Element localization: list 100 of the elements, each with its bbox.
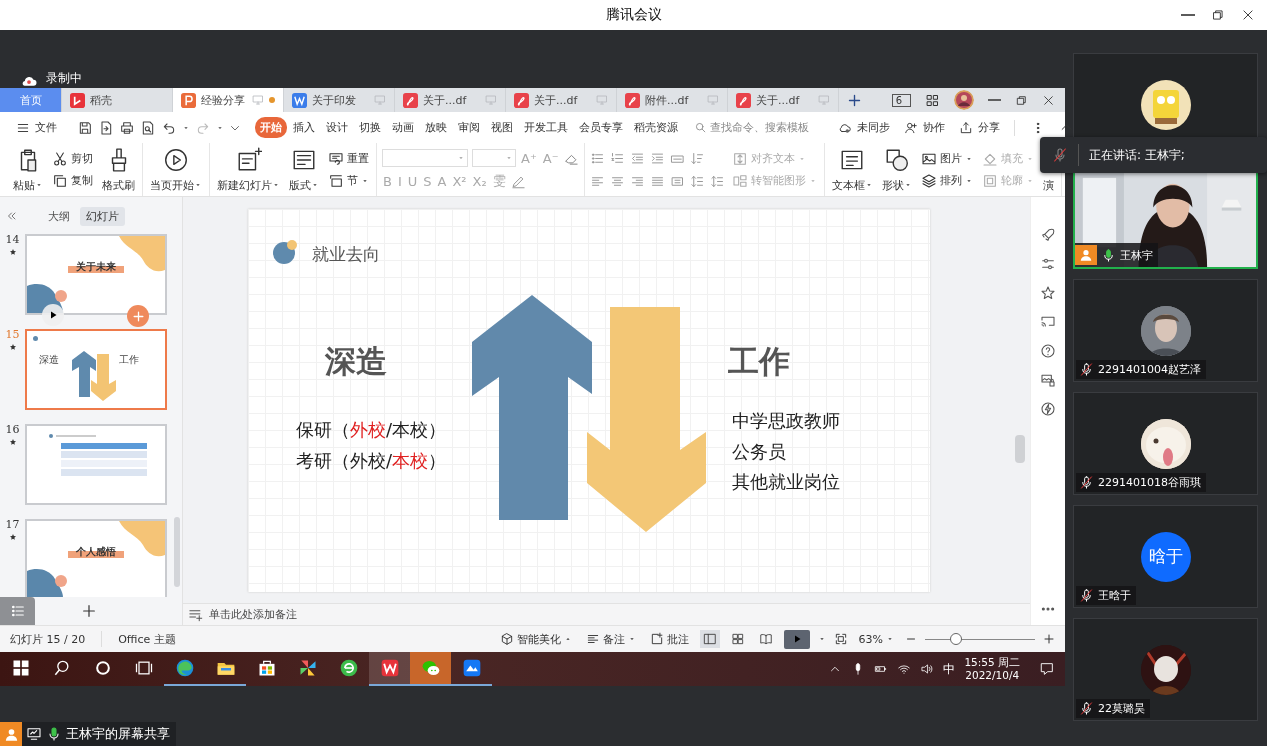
ribbon-button[interactable]: 节 [326,171,371,190]
zoom-button[interactable]: 63% [855,631,897,647]
slide-thumbnail[interactable] [25,424,167,505]
notification-icon[interactable] [1039,661,1055,677]
cast-icon[interactable] [1040,314,1056,330]
save-icon[interactable] [77,119,93,136]
document-tab[interactable]: 关于...df [395,88,506,112]
ribbon-tab[interactable]: 放映 [420,117,452,138]
ribbon-button[interactable]: 形状 [879,144,914,195]
outdent-icon [629,150,645,166]
avatar: 晗于 [1140,531,1191,582]
notes-button[interactable]: 备注 [582,630,639,648]
preview-icon[interactable] [140,119,156,136]
print-icon[interactable] [119,119,135,136]
monitor-icon [374,94,386,106]
comment-button[interactable]: 批注 [646,630,692,648]
toolbar-button[interactable]: 未同步 [832,117,896,138]
ribbon-tab[interactable]: 稻壳资源 [629,117,683,138]
panel-tab[interactable]: 幻灯片 [80,206,125,226]
participant-tile[interactable]: 2291401018谷雨琪 [1073,392,1258,495]
wifi-icon[interactable] [897,662,912,676]
bolt-icon[interactable] [1040,401,1056,417]
ribbon-button[interactable]: 重置 [326,149,371,168]
rocket-icon[interactable] [1040,227,1056,243]
pdf-file-icon [736,92,751,108]
participant-tile[interactable]: 晗于 王晗于 [1073,505,1258,608]
scrollbar-thumb[interactable] [1015,435,1025,463]
zoom-in-icon[interactable] [1043,633,1055,645]
ribbon-button[interactable]: 复制 [50,171,95,190]
search-field[interactable]: 查找命令、搜索模板 [694,121,832,134]
slide-text: 工作 [119,353,139,367]
font-size-field[interactable] [472,149,516,167]
ribbon-button[interactable]: 版式 [287,144,321,195]
slide-heading: 就业去向 [312,243,380,266]
add-slide-button[interactable] [81,603,97,619]
document-tab[interactable]: 经验分享 [173,88,284,112]
document-tab[interactable]: 关于印发 [284,88,395,112]
fit-icon[interactable] [833,632,848,646]
ribbon-tab[interactable]: 视图 [486,117,518,138]
slider-thumb[interactable] [949,633,962,645]
ribbon-button[interactable]: 图片 [918,149,975,168]
font-name-field[interactable] [382,149,468,167]
document-tab[interactable]: 稻壳 [62,88,173,112]
slide-counter: 幻灯片 15 / 20 [10,631,86,647]
slide-text: 深造 [39,353,59,367]
cloud-icon [20,74,38,87]
slideshow-button[interactable] [783,629,810,649]
sort-icon [689,150,705,166]
input-method[interactable]: 中 [943,660,956,678]
export-icon[interactable] [98,119,114,136]
restore-icon [1015,93,1028,107]
ribbon-tab[interactable]: 开发工具 [519,117,573,138]
monitor-icon [596,94,608,106]
panel-tab[interactable]: 大纲 [42,206,76,226]
view-button[interactable] [699,630,720,648]
ribbon-tab[interactable]: 会员专享 [574,117,628,138]
document-tab[interactable]: 附件...df [617,88,728,112]
beautify-button[interactable]: 智能美化 [496,630,575,648]
scrollbar-thumb[interactable] [174,517,180,587]
ribbon-button[interactable]: 演 [1040,144,1056,195]
clock-time[interactable]: 15:55 周二 [964,656,1020,669]
help-icon[interactable] [1040,343,1056,359]
tab-count-icon[interactable]: 6 [891,93,911,107]
ribbon-button[interactable]: 当页开始 [148,144,204,195]
ribbon-button[interactable]: 格式刷 [100,144,137,195]
ribbon-tab[interactable]: 动画 [387,117,419,138]
ribbon-button[interactable]: 文本框 [829,144,875,195]
ribbon-button[interactable]: 粘贴 [11,144,45,195]
pin-icon[interactable] [1040,285,1056,301]
play-button[interactable] [42,304,64,326]
toolbar-button[interactable]: 分享 [953,117,1006,138]
slide-arrows-drawing [72,351,118,401]
sliders-icon[interactable] [1040,256,1056,272]
chat-icon [420,658,441,678]
slide-thumbnail[interactable]: 深造 工作 [25,329,167,410]
ribbon-tab[interactable]: 审阅 [453,117,485,138]
slide-heading-dot [33,336,38,341]
ribbon-tab[interactable]: 设计 [321,117,353,138]
zoom-slider[interactable] [925,633,1035,645]
file-menu[interactable]: 文件 [10,117,63,138]
document-tab[interactable]: 关于...df [728,88,839,112]
notes-field[interactable]: 单击此处添加备注 [209,608,409,621]
image-icon[interactable] [1040,372,1056,388]
person-add-icon [904,120,918,135]
slide-text: 其他就业岗位 [732,470,840,494]
volume-icon[interactable] [920,662,935,676]
participant-tile[interactable]: 22莫璐昊 [1073,618,1258,721]
ribbon-button[interactable]: 排列 [918,171,975,190]
clock-date[interactable]: 2022/10/4 [965,669,1020,682]
document-tab[interactable]: 关于...df [506,88,617,112]
notes-icon [585,632,600,646]
toolbar-button[interactable]: 协作 [898,117,951,138]
ribbon-button[interactable]: 剪切 [50,149,95,168]
star-icon [8,343,17,351]
participant-tile[interactable]: 2291401004赵艺泽 [1073,279,1258,382]
taskbar-app[interactable] [369,652,410,686]
ribbon-tab[interactable]: 插入 [288,117,320,138]
ribbon-button[interactable]: 新建幻灯片 [215,144,282,195]
share-icon [959,120,973,135]
ribbon-tab[interactable]: 切换 [354,117,386,138]
